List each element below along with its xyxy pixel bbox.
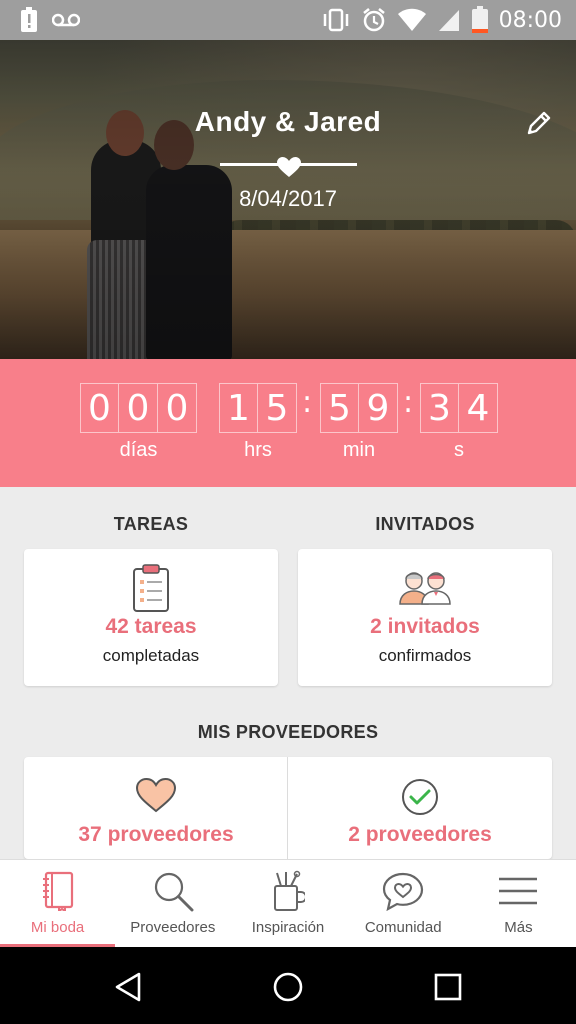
guests-caption: confirmados: [378, 646, 472, 665]
days-digit: 0: [80, 383, 119, 433]
status-bar: 08:00: [0, 0, 576, 40]
hours-digit: 1: [219, 383, 258, 433]
seconds-digits: 3 4: [420, 383, 498, 433]
guests-count: 2 invitados: [370, 615, 480, 638]
guests-couple-icon: [398, 569, 452, 610]
hero-photo: Andy & Jared 8/04/2017: [0, 40, 576, 359]
seconds-digit: 4: [459, 383, 498, 433]
providers-card: 37 proveedores 2 proveedores: [24, 757, 552, 859]
vibrate-icon: [321, 8, 351, 32]
hired-providers[interactable]: 2 proveedores: [288, 757, 552, 859]
nav-mi-boda[interactable]: Mi boda: [0, 860, 116, 947]
countdown-timer: 0 0 0 1 5 : 5 9 : 3 4 días hrs min s: [0, 359, 576, 487]
hours-label: hrs: [244, 439, 272, 461]
tasks-count: 42 tareas: [105, 615, 197, 638]
minutes-digits: 5 9: [320, 383, 398, 433]
providers-heading: MIS PROVEEDORES: [197, 722, 379, 742]
check-circle-icon: [400, 777, 440, 822]
guests-card[interactable]: 2 invitados confirmados: [298, 549, 552, 686]
days-digit: 0: [158, 383, 197, 433]
nav-inspiracion[interactable]: Inspiración: [230, 860, 345, 947]
clipboard-checklist-icon: [131, 563, 171, 618]
status-time: 08:00: [498, 7, 562, 33]
couple-names: Andy & Jared: [194, 106, 382, 137]
voicemail-icon: [52, 13, 80, 27]
saved-providers[interactable]: 37 proveedores: [24, 757, 288, 859]
home-circle-icon: [273, 972, 303, 1002]
nav-label: Mi boda: [30, 919, 85, 936]
hired-providers-count: 2 proveedores: [348, 823, 492, 846]
colon-separator: :: [403, 385, 414, 420]
heart-icon: [277, 157, 301, 177]
search-icon: [152, 870, 194, 912]
heart-icon: [135, 777, 177, 818]
battery-icon: [471, 6, 489, 34]
back-triangle-icon: [115, 972, 141, 1002]
days-digit: 0: [119, 383, 158, 433]
seconds-digit: 3: [420, 383, 459, 433]
nav-proveedores[interactable]: Proveedores: [115, 860, 230, 947]
tasks-card[interactable]: 42 tareas completadas: [24, 549, 278, 686]
heart-divider: [220, 156, 357, 177]
nav-comunidad[interactable]: Comunidad: [346, 860, 461, 947]
days-label: días: [119, 439, 158, 461]
wifi-icon: [397, 8, 427, 32]
nav-label: Proveedores: [130, 919, 216, 936]
hours-digit: 5: [258, 383, 297, 433]
minutes-label: min: [342, 439, 376, 461]
alert-icon: [20, 7, 38, 33]
home-button[interactable]: [266, 965, 310, 1009]
minutes-digit: 5: [320, 383, 359, 433]
colon-separator: :: [302, 385, 313, 420]
bottom-navigation: Mi boda Proveedores Inspiración Comunida…: [0, 859, 576, 947]
notebook-icon: [40, 870, 76, 912]
pencil-cup-icon: [271, 870, 305, 912]
system-navigation-bar: [0, 947, 576, 1024]
tasks-caption: completadas: [102, 646, 200, 665]
tasks-heading: TAREAS: [113, 514, 189, 534]
edit-button[interactable]: [522, 106, 556, 140]
saved-providers-count: 37 proveedores: [78, 823, 234, 846]
nav-label: Más: [504, 919, 533, 936]
nav-label: Inspiración: [251, 919, 325, 936]
recents-square-icon: [434, 973, 462, 1001]
seconds-label: s: [454, 439, 464, 461]
chat-heart-icon: [382, 870, 424, 912]
minutes-digit: 9: [359, 383, 398, 433]
recents-button[interactable]: [426, 965, 470, 1009]
hamburger-menu-icon: [498, 870, 538, 912]
hours-digits: 1 5: [219, 383, 297, 433]
wedding-date: 8/04/2017: [239, 186, 337, 211]
back-button[interactable]: [106, 965, 150, 1009]
pencil-icon: [527, 111, 551, 135]
guests-heading: INVITADOS: [375, 514, 475, 534]
nav-label: Comunidad: [364, 919, 442, 936]
alarm-icon: [361, 7, 387, 33]
signal-icon: [437, 8, 461, 32]
days-digits: 0 0 0: [80, 383, 197, 433]
nav-mas[interactable]: Más: [461, 860, 576, 947]
